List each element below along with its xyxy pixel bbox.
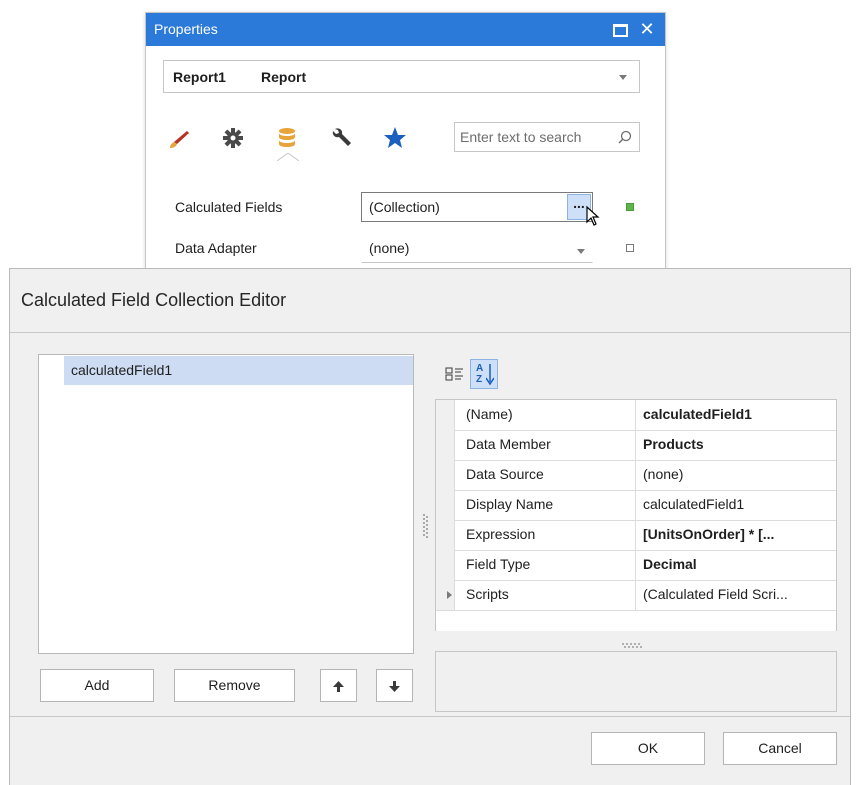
move-up-button[interactable] xyxy=(320,669,357,702)
grid-row-data-source[interactable]: Data Source (none) xyxy=(436,460,836,491)
property-marker-set[interactable] xyxy=(626,203,634,211)
grid-row-value[interactable]: calculatedField1 xyxy=(643,406,752,422)
grid-row-label: Scripts xyxy=(466,586,509,602)
grid-row-value[interactable]: (none) xyxy=(643,466,683,482)
divider xyxy=(10,716,850,717)
maximize-icon[interactable] xyxy=(609,18,631,40)
cancel-button[interactable]: Cancel xyxy=(723,732,837,765)
property-label-data-adapter: Data Adapter xyxy=(175,240,257,256)
data-adapter-value: (none) xyxy=(369,240,410,256)
list-item-label: calculatedField1 xyxy=(71,362,173,378)
grid-row-label: (Name) xyxy=(466,406,513,422)
sort-arrow-icon xyxy=(486,364,494,386)
search-placeholder: Enter text to search xyxy=(460,129,582,145)
properties-title: Properties xyxy=(154,21,218,37)
move-down-button[interactable] xyxy=(376,669,413,702)
grid-row-label: Field Type xyxy=(466,556,531,572)
list-item[interactable]: calculatedField1 xyxy=(64,356,413,385)
grid-row-label: Data Member xyxy=(466,436,551,452)
grid-row-label: Expression xyxy=(466,526,536,542)
gear-icon[interactable] xyxy=(218,123,248,153)
grid-row-data-member[interactable]: Data Member Products xyxy=(436,430,836,461)
calculated-fields-field[interactable]: (Collection) ... xyxy=(361,192,593,222)
active-tab-indicator xyxy=(277,153,299,161)
property-search-input[interactable]: Enter text to search xyxy=(454,122,640,152)
database-icon[interactable] xyxy=(272,123,302,153)
close-icon[interactable]: ✕ xyxy=(636,18,658,40)
expand-icon[interactable] xyxy=(447,591,452,599)
grid-row-expression[interactable]: Expression [UnitsOnOrder] * [... xyxy=(436,520,836,551)
grid-row-name[interactable]: (Name) calculatedField1 xyxy=(436,400,836,431)
brush-icon[interactable] xyxy=(163,123,193,153)
property-marker-default[interactable] xyxy=(626,244,634,252)
divider xyxy=(10,332,850,333)
calculated-field-editor-dialog: Calculated Field Collection Editor calcu… xyxy=(9,268,851,785)
categorized-icon xyxy=(445,367,463,381)
properties-panel: Properties ✕ Report1 Report Enter text t… xyxy=(145,12,666,274)
ok-button[interactable]: OK xyxy=(591,732,705,765)
object-type: Report xyxy=(261,69,307,85)
arrow-up-icon xyxy=(333,681,344,692)
grid-row-value[interactable]: (Calculated Field Scri... xyxy=(643,586,788,602)
sort-az-label: A Z xyxy=(476,363,483,385)
wrench-icon[interactable] xyxy=(326,123,356,153)
grid-row-label: Data Source xyxy=(466,466,544,482)
add-button[interactable]: Add xyxy=(40,669,154,702)
description-splitter[interactable] xyxy=(622,636,646,648)
calculated-fields-value: (Collection) xyxy=(369,199,440,215)
grid-row-value[interactable]: Decimal xyxy=(643,556,697,572)
grid-row-label: Display Name xyxy=(466,496,554,512)
calculated-fields-list[interactable]: calculatedField1 xyxy=(38,354,414,654)
categorized-view-button[interactable] xyxy=(443,359,469,389)
dialog-title: Calculated Field Collection Editor xyxy=(21,290,287,310)
remove-button[interactable]: Remove xyxy=(174,669,295,702)
grid-row-field-type[interactable]: Field Type Decimal xyxy=(436,550,836,581)
mouse-cursor-icon xyxy=(586,205,600,226)
arrow-down-icon xyxy=(389,681,400,692)
alphabetical-view-button[interactable]: A Z xyxy=(470,359,498,389)
description-panel xyxy=(435,651,837,712)
property-grid: (Name) calculatedField1 Data Member Prod… xyxy=(435,399,837,631)
grid-row-value[interactable]: [UnitsOnOrder] * [... xyxy=(643,526,774,542)
splitter-handle[interactable] xyxy=(423,514,429,544)
chevron-down-icon xyxy=(577,249,585,254)
data-adapter-field[interactable]: (none) xyxy=(361,233,593,263)
object-selector[interactable]: Report1 Report xyxy=(163,60,640,93)
grid-row-scripts[interactable]: Scripts (Calculated Field Scri... xyxy=(436,580,836,611)
star-icon[interactable] xyxy=(380,123,410,153)
property-label-calculated-fields: Calculated Fields xyxy=(175,199,283,215)
object-name: Report1 xyxy=(173,69,226,85)
search-icon xyxy=(618,130,632,144)
grid-row-value[interactable]: calculatedField1 xyxy=(643,496,744,512)
chevron-down-icon xyxy=(619,75,627,80)
grid-row-value[interactable]: Products xyxy=(643,436,704,452)
grid-row-display-name[interactable]: Display Name calculatedField1 xyxy=(436,490,836,521)
properties-title-bar: Properties ✕ xyxy=(146,13,665,46)
